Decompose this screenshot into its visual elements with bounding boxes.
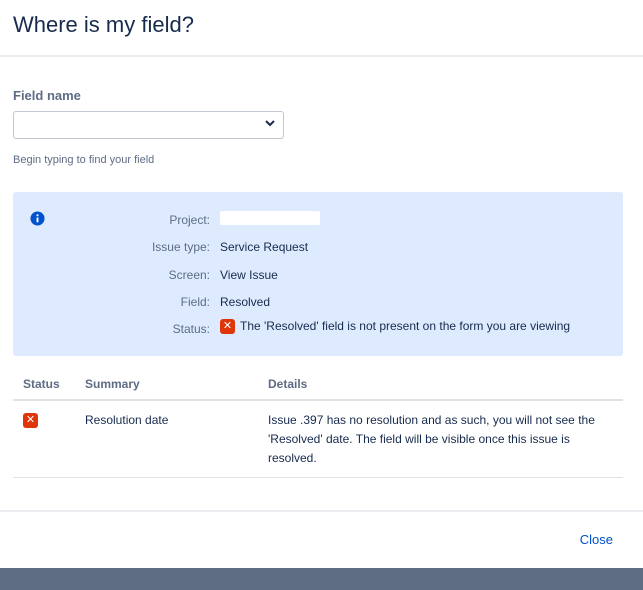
where-is-my-field-dialog: Where is my field? Field name Begin typi… [0,0,643,568]
field-name-select[interactable] [13,111,284,139]
table-header-row: Status Summary Details [13,371,623,401]
column-header-summary: Summary [75,371,258,401]
error-icon: ✕ [23,413,38,429]
results-table: Status Summary Details ✕ Resolution date… [13,371,623,478]
error-icon: ✕ [220,319,235,335]
screen-label: Screen: [168,268,210,282]
info-icon [30,211,45,226]
issue-type-value: Service Request [220,240,309,254]
status-message: The 'Resolved' field is not present on t… [240,319,571,333]
project-value-redacted [220,211,320,225]
field-help-text: Begin typing to find your field [13,154,155,166]
screen-value: View Issue [220,268,278,282]
close-button[interactable]: Close [580,532,613,547]
field-label: Field: [180,295,210,309]
project-label: Project: [169,213,210,227]
chevron-down-icon [265,120,275,127]
row-status-cell: ✕ [13,400,75,478]
issue-type-label: Issue type: [151,240,210,254]
table-row: ✕ Resolution date Issue .397 has no reso… [13,400,623,478]
dialog-header: Where is my field? [0,0,643,57]
column-header-details: Details [258,371,623,401]
dialog-title: Where is my field? [13,12,194,37]
column-header-status: Status [13,371,75,401]
field-name-label: Field name [13,88,81,103]
row-details: Issue .397 has no resolution and as such… [258,400,623,478]
field-value: Resolved [220,295,271,309]
row-summary: Resolution date [75,400,258,478]
status-value: ✕ The 'Resolved' field is not present on … [220,319,571,335]
dialog-footer: Close [0,510,643,568]
status-label: Status: [172,322,210,336]
info-panel: Project: Issue type: Service Request Scr… [13,192,623,356]
